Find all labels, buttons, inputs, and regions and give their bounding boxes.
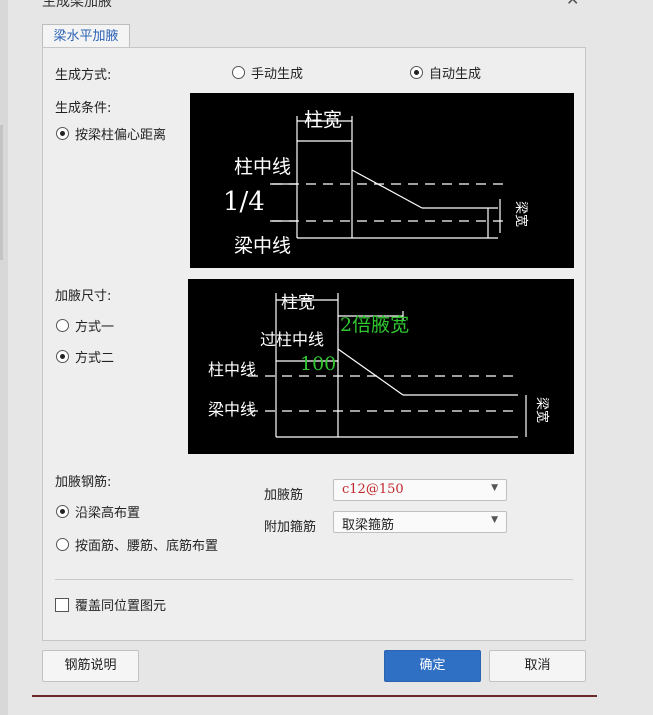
radio-label: 方式一 <box>75 320 115 335</box>
background-window-edge <box>32 695 597 697</box>
tab-beam-horizontal-haunch[interactable]: 梁水平加腋 <box>42 24 130 48</box>
gen-method-label: 生成方式: <box>55 68 112 83</box>
close-icon[interactable]: ✕ <box>566 0 579 9</box>
d1-beam-center-text: 梁中线 <box>234 235 291 257</box>
d1-beam-width-text: 梁宽 <box>513 201 529 227</box>
haunch-rebar-value: c12@150 <box>342 482 404 497</box>
d1-col-width-text: 柱宽 <box>304 109 342 131</box>
radio-circle <box>56 319 69 332</box>
dialog-title: 生成梁加腋 <box>42 0 112 10</box>
stirrup-label: 附加箍筋 <box>264 520 317 535</box>
overwrite-checkbox[interactable]: 覆盖同位置图元 <box>55 595 166 614</box>
radio-eccentric-distance[interactable]: 按梁柱偏心距离 <box>56 124 166 143</box>
chevron-down-icon: ▼ <box>491 483 498 493</box>
d2-cross-col-center-text: 过柱中线 <box>260 330 324 349</box>
radio-method-two[interactable]: 方式二 <box>56 347 114 366</box>
checkbox-label: 覆盖同位置图元 <box>75 599 167 614</box>
haunch-rebar-label: 加腋筋 <box>264 488 304 503</box>
d1-ratio-text: 1/4 <box>223 187 265 217</box>
radio-method-one[interactable]: 方式一 <box>56 316 114 335</box>
rebar-info-button[interactable]: 钢筋说明 <box>42 650 139 682</box>
diagram-method-two: 柱宽 过柱中线 2倍腋宽 100 柱中线 梁中线 梁宽 <box>188 279 574 454</box>
d2-beam-width-text: 梁宽 <box>534 397 550 423</box>
radio-label: 按面筋、腰筋、底筋布置 <box>75 539 219 554</box>
checkbox-box <box>55 597 69 612</box>
d2-beam-center-text: 梁中线 <box>208 400 256 419</box>
radio-by-face-waist-bottom[interactable]: 按面筋、腰筋、底筋布置 <box>56 535 218 554</box>
diagram-eccentric: 柱宽 柱中线 1/4 梁中线 梁宽 <box>190 93 574 268</box>
ok-button[interactable]: 确定 <box>384 650 481 682</box>
haunch-size-label: 加腋尺寸: <box>55 289 112 304</box>
d1-col-center-text: 柱中线 <box>234 156 291 178</box>
d2-double-width-text: 2倍腋宽 <box>340 314 409 336</box>
d2-offset-text: 100 <box>300 353 336 375</box>
radio-circle <box>410 66 423 79</box>
radio-circle <box>232 66 245 79</box>
rebar-label: 加腋钢筋: <box>55 475 112 490</box>
radio-along-beam-height[interactable]: 沿梁高布置 <box>56 502 140 521</box>
divider <box>55 579 573 580</box>
radio-circle <box>56 505 69 518</box>
radio-label: 按梁柱偏心距离 <box>75 128 167 143</box>
radio-auto-generate[interactable]: 自动生成 <box>410 63 481 82</box>
radio-circle <box>56 350 69 363</box>
chevron-down-icon: ▼ <box>491 515 498 525</box>
radio-label: 方式二 <box>75 351 115 366</box>
radio-circle <box>56 127 69 140</box>
d2-col-width-text: 柱宽 <box>281 293 315 313</box>
radio-circle <box>56 538 69 551</box>
stirrup-select[interactable]: 取梁箍筋 ▼ <box>333 511 507 533</box>
radio-label: 自动生成 <box>429 67 482 82</box>
gen-condition-label: 生成条件: <box>55 101 112 116</box>
radio-label: 沿梁高布置 <box>75 506 141 521</box>
stirrup-value: 取梁箍筋 <box>342 518 395 533</box>
radio-manual-generate[interactable]: 手动生成 <box>232 63 303 82</box>
haunch-rebar-select[interactable]: c12@150 ▼ <box>333 479 507 501</box>
cancel-button[interactable]: 取消 <box>489 650 586 682</box>
left-window-edge <box>0 0 8 715</box>
radio-label: 手动生成 <box>251 67 304 82</box>
d2-col-center-text: 柱中线 <box>208 360 256 379</box>
